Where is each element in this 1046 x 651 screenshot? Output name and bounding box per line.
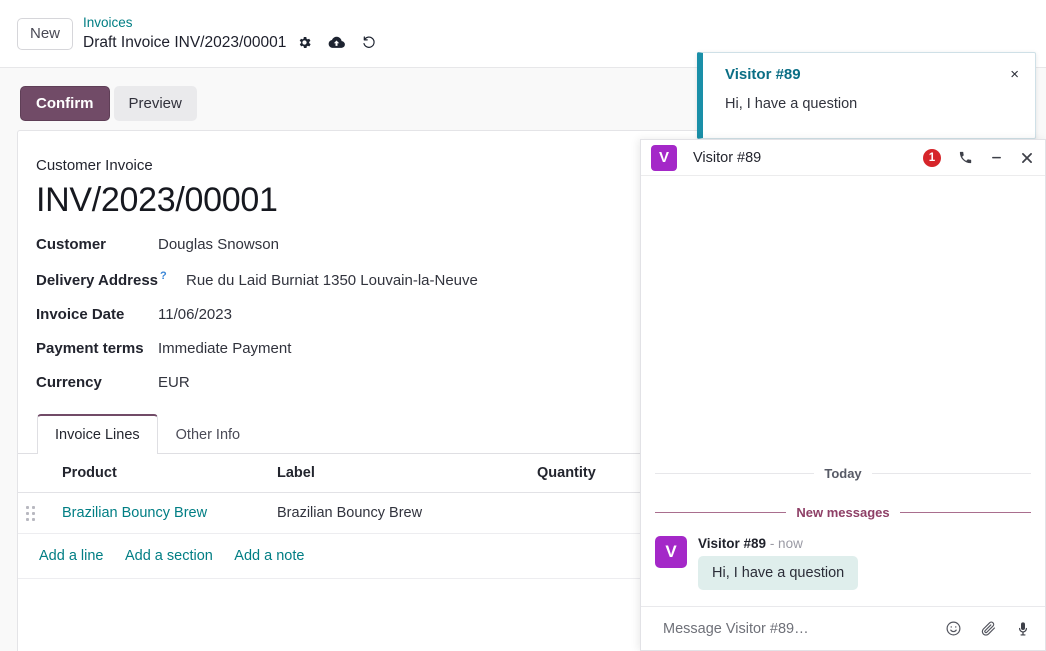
chat-message-timestamp: - now [770, 536, 803, 551]
toast-close-icon[interactable]: × [1008, 66, 1021, 83]
field-label-text: Delivery Address [36, 272, 158, 289]
chat-message-bubble: Hi, I have a question [698, 556, 858, 590]
unread-count-badge: 1 [923, 149, 941, 167]
app-root: New Invoices Draft Invoice INV/2023/0000… [0, 0, 1046, 651]
field-label-currency: Currency [36, 374, 158, 391]
field-label-payment-terms: Payment terms [36, 340, 158, 357]
chat-message-list[interactable]: Today New messages V Visitor #89 - now H… [641, 176, 1045, 606]
close-icon[interactable] [1020, 151, 1034, 165]
field-label-delivery-address: Delivery Address? [36, 270, 186, 289]
column-header-handle [18, 454, 54, 493]
record-action-icons [297, 35, 377, 50]
separator-line-left [655, 473, 814, 474]
form-action-buttons: Confirm Preview [20, 86, 197, 121]
phone-icon[interactable] [958, 150, 973, 165]
gear-icon[interactable] [297, 35, 312, 50]
date-separator: Today [655, 466, 1031, 481]
message-input[interactable] [661, 620, 945, 638]
product-link[interactable]: Brazilian Bouncy Brew [62, 505, 207, 521]
tab-other-info[interactable]: Other Info [158, 415, 258, 454]
chat-message-content: Visitor #89 - now Hi, I have a question [698, 536, 858, 590]
toast-title: Visitor #89 [725, 66, 801, 83]
column-header-product[interactable]: Product [54, 454, 269, 493]
cell-label[interactable]: Brazilian Bouncy Brew [269, 493, 529, 534]
date-separator-label: Today [824, 466, 861, 481]
emoji-icon[interactable] [945, 620, 962, 637]
chat-composer [641, 606, 1045, 650]
add-a-line-link[interactable]: Add a line [39, 548, 104, 564]
discard-undo-icon[interactable] [361, 35, 377, 50]
cell-product[interactable]: Brazilian Bouncy Brew [54, 493, 269, 534]
avatar: V [655, 536, 687, 568]
chat-message: V Visitor #89 - now Hi, I have a questio… [655, 528, 1031, 606]
notification-toast: Visitor #89 × Hi, I have a question [697, 52, 1036, 139]
breadcrumb-parent-link[interactable]: Invoices [83, 15, 377, 32]
microphone-icon[interactable] [1015, 621, 1031, 637]
breadcrumb-current: Draft Invoice INV/2023/00001 [83, 33, 377, 52]
separator-line-right [900, 512, 1031, 513]
confirm-button[interactable]: Confirm [20, 86, 110, 121]
field-value-currency[interactable]: EUR [158, 374, 190, 391]
field-label-customer: Customer [36, 236, 158, 253]
new-messages-separator: New messages [655, 505, 1031, 520]
field-value-invoice-date[interactable]: 11/06/2023 [158, 306, 232, 323]
separator-line-right [872, 473, 1031, 474]
chat-thread-name: Visitor #89 [693, 150, 923, 166]
cloud-upload-icon[interactable] [328, 35, 345, 50]
help-tooltip-icon[interactable]: ? [160, 270, 167, 282]
row-drag-handle-cell [18, 493, 54, 534]
avatar: V [651, 145, 677, 171]
new-messages-label: New messages [796, 505, 889, 520]
field-value-payment-terms[interactable]: Immediate Payment [158, 340, 291, 357]
field-value-delivery-address[interactable]: Rue du Laid Burniat 1350 Louvain-la-Neuv… [186, 272, 478, 289]
attachment-icon[interactable] [980, 620, 997, 637]
new-record-button[interactable]: New [17, 18, 73, 50]
column-header-label[interactable]: Label [269, 454, 529, 493]
toast-message: Hi, I have a question [703, 83, 1035, 112]
field-label-invoice-date: Invoice Date [36, 306, 158, 323]
chat-window-tools [958, 150, 1034, 165]
drag-handle-icon[interactable] [26, 506, 35, 521]
separator-line-left [655, 512, 786, 513]
toast-header: Visitor #89 × [703, 53, 1035, 83]
composer-icons [945, 620, 1031, 637]
breadcrumb: Invoices Draft Invoice INV/2023/00001 [83, 15, 377, 52]
tab-invoice-lines[interactable]: Invoice Lines [37, 414, 158, 454]
chat-window: V Visitor #89 1 Today New messages V [640, 139, 1046, 651]
chat-message-meta: Visitor #89 - now [698, 536, 858, 551]
record-title: Draft Invoice INV/2023/00001 [83, 33, 286, 52]
add-a-section-link[interactable]: Add a section [125, 548, 213, 564]
add-a-note-link[interactable]: Add a note [234, 548, 304, 564]
minimize-icon[interactable] [989, 150, 1004, 165]
field-value-customer[interactable]: Douglas Snowson [158, 236, 279, 253]
chat-window-header[interactable]: V Visitor #89 1 [641, 140, 1045, 176]
preview-button[interactable]: Preview [114, 86, 197, 121]
chat-message-author: Visitor #89 [698, 536, 766, 551]
